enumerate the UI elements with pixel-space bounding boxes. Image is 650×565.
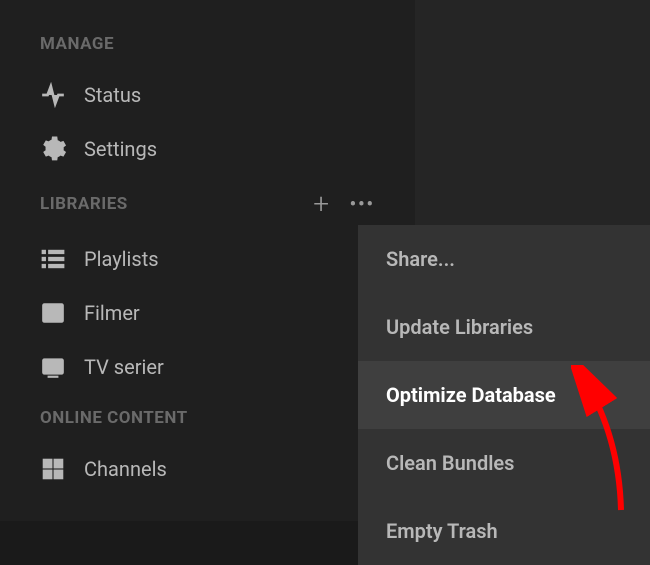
sidebar-item-label: Status [84,83,141,107]
menu-item-optimize-database[interactable]: Optimize Database [358,361,650,429]
menu-item-label: Share... [386,247,455,271]
sidebar-item-label: TV serier [84,355,164,379]
section-header-online: ONLINE CONTENT [0,394,415,442]
gear-icon [40,136,66,162]
section-header-label: LIBRARIES [40,194,128,214]
menu-item-share[interactable]: Share... [358,225,650,293]
activity-icon [40,82,66,108]
sidebar-item-playlists[interactable]: Playlists [0,232,415,286]
sidebar-item-status[interactable]: Status [0,68,415,122]
menu-item-label: Empty Trash [386,519,498,543]
plus-icon[interactable]: + [313,190,329,218]
menu-item-label: Clean Bundles [386,451,514,475]
sidebar-item-label: Filmer [84,301,140,325]
section-header-libraries: LIBRARIES + ••• [0,176,415,232]
sidebar-item-label: Playlists [84,247,159,271]
playlist-icon [40,246,66,272]
sidebar-item-channels[interactable]: Channels [0,442,415,496]
sidebar-item-label: Channels [84,457,167,481]
sidebar-item-filmer[interactable]: Filmer [0,286,415,340]
section-header-label: MANAGE [40,34,114,54]
libraries-context-menu: Share... Update Libraries Optimize Datab… [358,225,650,565]
sidebar-item-settings[interactable]: Settings [0,122,415,176]
sidebar-item-tvserier[interactable]: TV serier [0,340,415,394]
section-header-label: ONLINE CONTENT [40,408,188,428]
menu-item-empty-trash[interactable]: Empty Trash [358,497,650,565]
grid-icon [40,456,66,482]
section-header-manage: MANAGE [0,20,415,68]
tv-icon [40,354,66,380]
menu-item-label: Update Libraries [386,315,533,339]
sidebar-item-label: Settings [84,137,157,161]
menu-item-label: Optimize Database [386,383,556,407]
libraries-actions: + ••• [313,190,375,218]
film-icon [40,300,66,326]
sidebar: MANAGE Status Settings LIBRARIES + ••• P… [0,0,415,521]
more-icon[interactable]: ••• [350,194,375,215]
menu-item-update-libraries[interactable]: Update Libraries [358,293,650,361]
menu-item-clean-bundles[interactable]: Clean Bundles [358,429,650,497]
